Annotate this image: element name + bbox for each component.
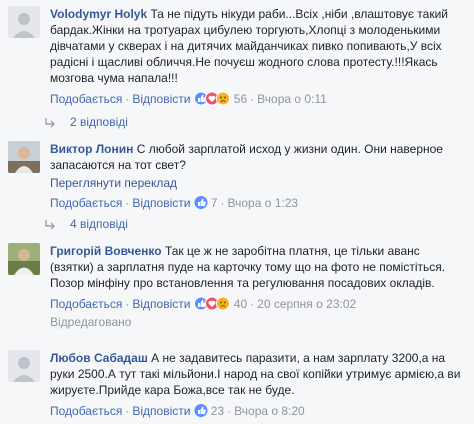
comment-actions: Подобається · Відповісти 40 · 20 серпня о 23… (50, 296, 357, 311)
like-button[interactable]: Подобається (50, 404, 122, 418)
like-button[interactable]: Подобається (50, 297, 122, 311)
avatar[interactable] (8, 243, 40, 275)
reactions-summary[interactable] (193, 296, 232, 311)
reaction-count[interactable]: 40 (234, 297, 247, 311)
commenter-name[interactable]: Виктор Лонин (50, 142, 133, 156)
like-reaction-icon (194, 404, 208, 417)
commenter-name[interactable]: Volodymyr Holyk (50, 7, 147, 21)
reaction-count[interactable]: 23 (211, 404, 224, 418)
reply-button[interactable]: Відповісти (132, 196, 190, 210)
comment-timestamp[interactable]: Вчора о 1:23 (227, 196, 298, 210)
comment-actions: Подобається · Відповісти 23 · Вчора о 8:20 (50, 403, 305, 418)
replies-label: 2 відповіді (70, 115, 128, 129)
avatar[interactable] (8, 350, 40, 382)
reply-arrow-icon (45, 220, 55, 230)
comment-timestamp[interactable]: Вчора о 0:11 (257, 92, 327, 106)
sad-reaction-icon (215, 296, 230, 311)
see-translation-link[interactable]: Переглянути переклад (50, 175, 464, 191)
commenter-name[interactable]: Любов Сабадаш (50, 351, 148, 365)
like-reaction-icon (194, 196, 208, 209)
like-button[interactable]: Подобається (50, 92, 122, 106)
like-button[interactable]: Подобається (50, 196, 122, 210)
reactions-summary[interactable] (193, 91, 232, 106)
commenter-name[interactable]: Григорій Вовченко (50, 244, 162, 258)
replies-label: 4 відповіді (70, 217, 128, 231)
reaction-count[interactable]: 7 (211, 196, 218, 210)
comment-content: Любов Сабадаш А не задавитесь паразити, … (50, 350, 464, 398)
avatar[interactable] (8, 141, 40, 173)
reply-button[interactable]: Відповісти (132, 92, 190, 106)
view-replies-link[interactable]: 2 відповіді (44, 114, 128, 130)
comment-timestamp[interactable]: Вчора о 8:20 (234, 404, 305, 418)
reply-button[interactable]: Відповісти (132, 404, 190, 418)
avatar[interactable] (8, 6, 40, 38)
comment-timestamp[interactable]: 20 серпня о 23:02 (257, 297, 356, 311)
edited-label[interactable]: Відредаговано (50, 314, 464, 330)
reaction-count[interactable]: 56 (234, 92, 247, 106)
reactions-summary[interactable] (194, 403, 209, 418)
comment-content: Виктор Лонин С любой зарплатой исход у ж… (50, 141, 464, 173)
reply-arrow-icon (45, 118, 55, 128)
view-replies-link[interactable]: 4 відповіді (44, 216, 128, 232)
comment-actions: Подобається · Відповісти 56 · Вчора о 0:11 (50, 91, 327, 106)
comment-content: Volodymyr Holyk Та не підуть нікуди раби… (50, 6, 464, 86)
reactions-summary[interactable] (194, 195, 209, 210)
comment-content: Григорій Вовченко Так це ж не заробітна … (50, 243, 464, 291)
reply-button[interactable]: Відповісти (132, 297, 190, 311)
comment-actions: Подобається · Відповісти 7 · Вчора о 1:23 (50, 195, 299, 210)
sad-reaction-icon (215, 91, 230, 106)
